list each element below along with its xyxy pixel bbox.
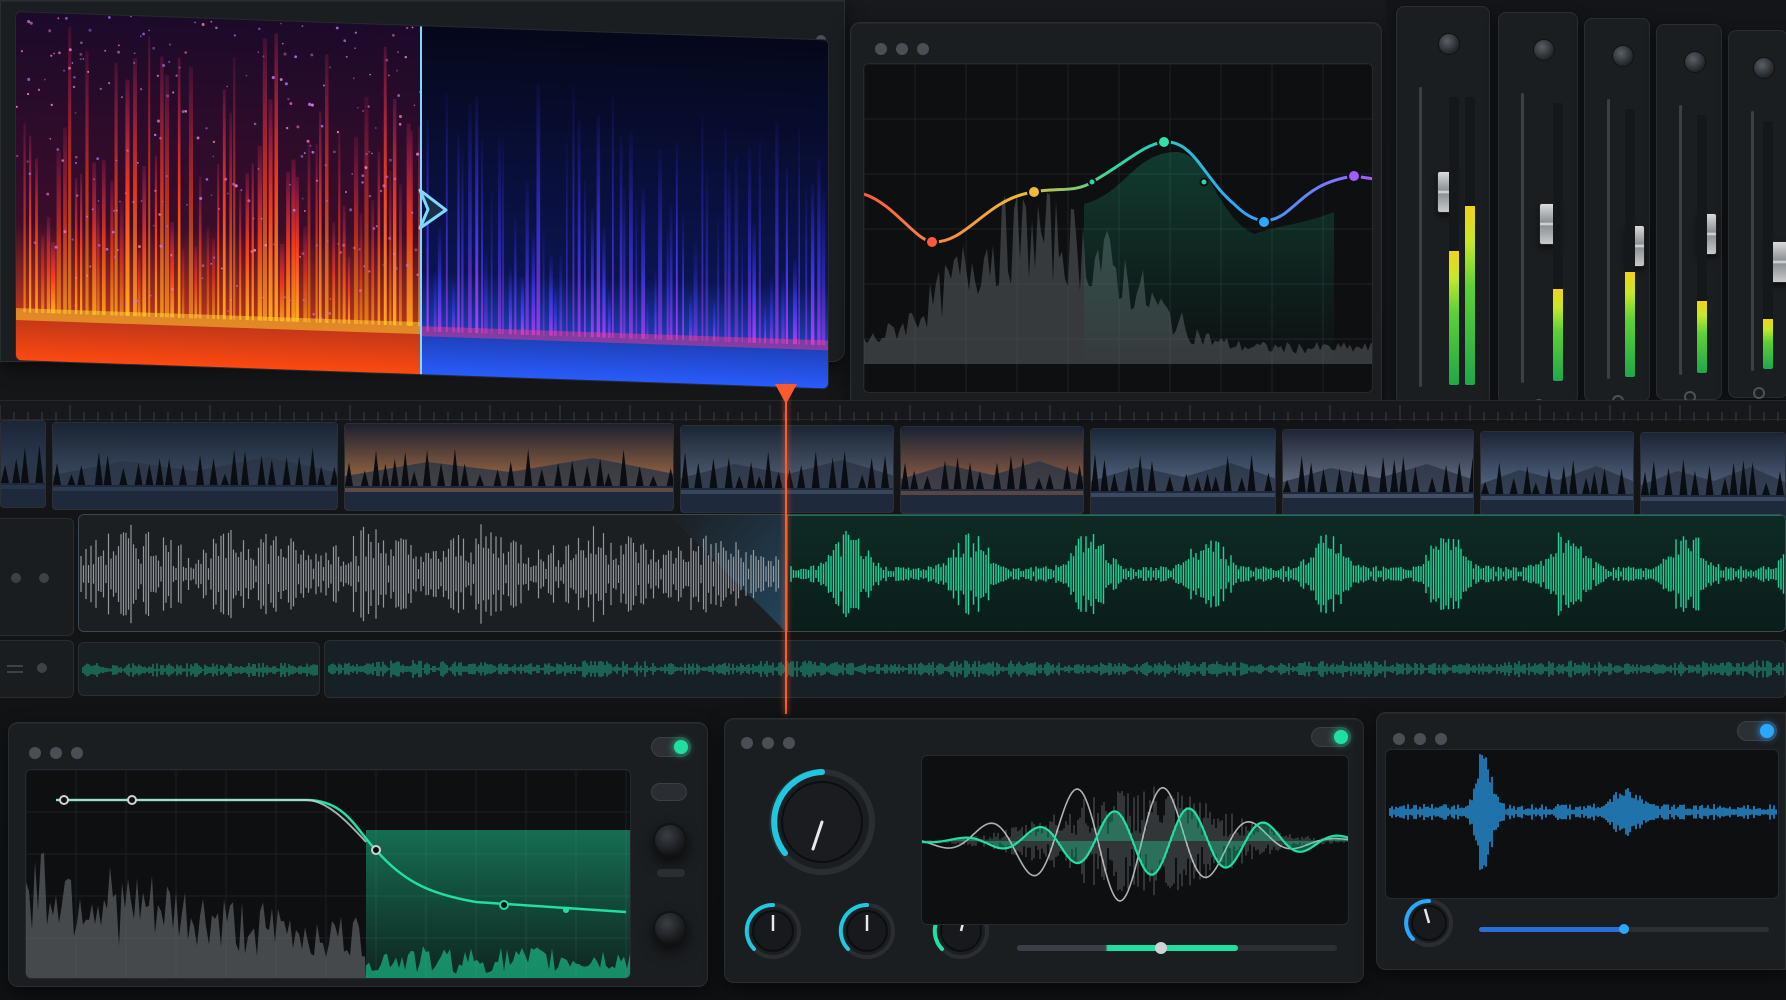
eq-node: [925, 235, 939, 249]
release-knob[interactable]: [837, 901, 897, 961]
chevron-right-icon[interactable]: [414, 186, 454, 233]
main-gain-knob[interactable]: [767, 767, 877, 877]
filter-response-graph[interactable]: [25, 769, 631, 979]
window-minimize-dot[interactable]: [762, 737, 774, 749]
filter-knob-2[interactable]: [653, 911, 687, 945]
video-thumbnail[interactable]: [900, 426, 1084, 514]
mixer-channel-strip: [1656, 24, 1722, 403]
eq-node: [1347, 169, 1361, 183]
eq-node: [1257, 215, 1271, 229]
video-thumbnail[interactable]: [344, 423, 674, 511]
level-meter: [1553, 103, 1563, 381]
mixer-channel-strip: [1498, 12, 1578, 411]
analyzer-slider-fill: [1479, 927, 1624, 932]
window-minimize-dot[interactable]: [50, 747, 62, 759]
playhead-marker-icon[interactable]: [775, 384, 797, 404]
video-thumbnail[interactable]: [1480, 431, 1634, 519]
level-meter: [1625, 109, 1635, 377]
window-close-dot[interactable]: [1393, 733, 1405, 745]
audio-track-2-header[interactable]: [0, 640, 74, 698]
window-minimize-dot[interactable]: [896, 43, 908, 55]
mixer-channel-strip: [1728, 30, 1786, 399]
filter-slider-icon[interactable]: [657, 869, 685, 877]
timeline-ruler[interactable]: [0, 400, 1786, 421]
filter-plugin-panel: [8, 722, 708, 987]
audio-clip-2a[interactable]: [78, 642, 320, 696]
eq-curve-canvas: [864, 64, 1372, 392]
channel-link-icon[interactable]: [1753, 387, 1765, 399]
video-thumbnail[interactable]: [1282, 429, 1474, 517]
track-options-icon[interactable]: [7, 665, 23, 673]
eq-node: [1027, 185, 1041, 199]
dynamics-enable-toggle[interactable]: [1311, 727, 1351, 747]
analyzer-enable-toggle[interactable]: [1737, 721, 1777, 741]
filter-enable-toggle[interactable]: [651, 737, 691, 757]
pan-knob[interactable]: [1438, 33, 1460, 55]
fader-track: [1521, 93, 1524, 383]
video-thumbnail[interactable]: [0, 420, 46, 508]
fader-track: [1419, 87, 1422, 387]
track-arrow-icon[interactable]: [37, 663, 47, 673]
spectrogram-view[interactable]: [15, 11, 829, 390]
power-toggle-icon[interactable]: [651, 783, 687, 801]
mixer-channel-strip: [1396, 6, 1490, 415]
window-minimize-dot[interactable]: [1414, 733, 1426, 745]
dynamics-slider-handle[interactable]: [1155, 942, 1167, 954]
level-meter: [1449, 97, 1459, 385]
audio-editor-window: [0, 0, 1786, 1000]
eq-curve-panel: [850, 22, 1382, 408]
track-solo-icon[interactable]: [11, 573, 21, 583]
analyzer-knob[interactable]: [1403, 897, 1455, 949]
window-zoom-dot[interactable]: [1435, 733, 1447, 745]
dynamics-slider-fill: [1017, 945, 1238, 951]
window-close-dot[interactable]: [29, 747, 41, 759]
level-meter: [1697, 115, 1707, 373]
pan-knob[interactable]: [1612, 45, 1634, 67]
video-thumbnail[interactable]: [1640, 432, 1786, 520]
audio-clip-2b[interactable]: [324, 640, 1786, 698]
window-close-dot[interactable]: [741, 737, 753, 749]
window-close-dot[interactable]: [875, 43, 887, 55]
fader-track: [1607, 99, 1610, 379]
fader-track: [1679, 105, 1682, 375]
filter-knob-1[interactable]: [653, 823, 687, 857]
mixer-panel: [1386, 0, 1786, 420]
analyzer-plugin-panel: [1376, 712, 1786, 970]
spectrogram-panel: [0, 0, 845, 390]
window-zoom-dot[interactable]: [71, 747, 83, 759]
eq-curve-graph[interactable]: [863, 63, 1373, 393]
window-zoom-dot[interactable]: [917, 43, 929, 55]
eq-node: [1157, 135, 1171, 149]
audio-track-1-header[interactable]: [0, 518, 74, 636]
eq-node: [1087, 177, 1097, 187]
attack-knob[interactable]: [743, 901, 803, 961]
window-zoom-dot[interactable]: [783, 737, 795, 749]
video-thumbnail[interactable]: [1090, 428, 1276, 516]
video-thumbnail[interactable]: [680, 425, 894, 513]
analyzer-slider[interactable]: [1479, 924, 1769, 934]
eq-node: [1199, 177, 1209, 187]
mixer-channel-strip: [1584, 18, 1650, 407]
audio-clip-crossfade[interactable]: [78, 514, 1786, 632]
video-thumbnail[interactable]: [52, 422, 338, 510]
dynamics-waveform-view[interactable]: [921, 755, 1349, 925]
track-mute-icon[interactable]: [39, 573, 49, 583]
dynamics-slider[interactable]: [1017, 942, 1337, 954]
pan-knob[interactable]: [1533, 39, 1555, 61]
level-meter: [1763, 121, 1773, 369]
pan-knob[interactable]: [1753, 57, 1775, 79]
playhead[interactable]: [785, 384, 787, 714]
analyzer-slider-handle[interactable]: [1619, 924, 1629, 934]
dynamics-plugin-panel: [724, 718, 1364, 983]
level-meter: [1465, 97, 1475, 385]
fader-track: [1751, 111, 1754, 371]
pan-knob[interactable]: [1684, 51, 1706, 73]
analyzer-waveform-view[interactable]: [1385, 749, 1779, 899]
